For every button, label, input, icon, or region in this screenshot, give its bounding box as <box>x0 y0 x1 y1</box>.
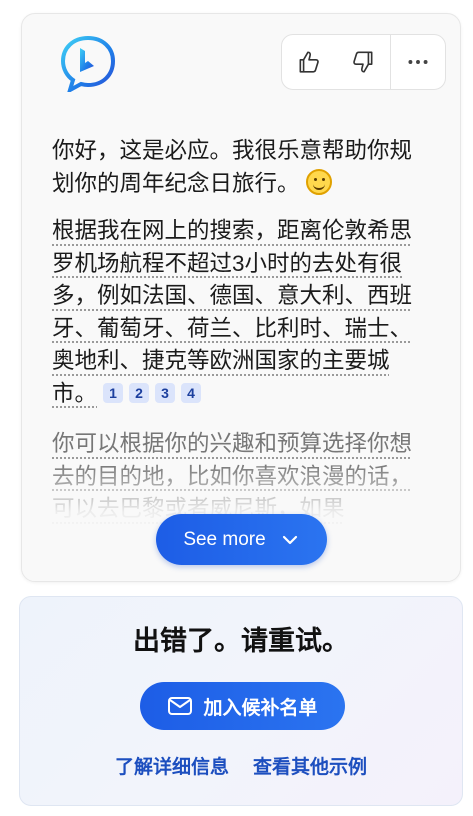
thumbs-down-icon <box>353 51 373 73</box>
citation-2[interactable]: 2 <box>129 382 150 403</box>
more-options-button[interactable] <box>391 35 445 89</box>
citation-3[interactable]: 3 <box>155 382 176 403</box>
error-card: 出错了。请重试。 加入候补名单 了解详细信息 查看其他示例 <box>19 596 463 806</box>
thumbs-up-icon <box>299 51 319 73</box>
more-icon <box>408 60 428 64</box>
bing-chat-logo <box>60 35 116 92</box>
mail-icon <box>168 697 193 715</box>
learn-more-link[interactable]: 了解详细信息 <box>115 752 229 779</box>
error-title: 出错了。请重试。 <box>133 626 349 656</box>
smile-emoji-icon <box>305 168 332 195</box>
see-more-label: See more <box>183 528 266 550</box>
error-links: 了解详细信息 查看其他示例 <box>20 752 462 779</box>
feedback-bar <box>281 34 446 90</box>
greeting-text: 你好，这是必应。我很乐意帮助你规划你的周年纪念日旅行。 <box>52 138 413 196</box>
join-waitlist-button[interactable]: 加入候补名单 <box>140 682 345 730</box>
citation-4[interactable]: 4 <box>181 382 202 403</box>
greeting-paragraph: 你好，这是必应。我很乐意帮助你规划你的周年纪念日旅行。 <box>52 135 422 200</box>
chevron-down-icon <box>282 535 297 544</box>
cited-text[interactable]: 根据我在网上的搜索，距离伦敦希思罗机场航程不超过3小时的去处有很多，例如法国、德… <box>52 218 412 406</box>
search-result-paragraph: 根据我在网上的搜索，距离伦敦希思罗机场航程不超过3小时的去处有很多，例如法国、德… <box>52 215 422 410</box>
citation-list: 1 2 3 4 <box>103 382 202 403</box>
citation-1[interactable]: 1 <box>103 382 124 403</box>
thumbs-down-button[interactable] <box>336 35 390 89</box>
thumbs-up-button[interactable] <box>282 35 336 89</box>
see-examples-link[interactable]: 查看其他示例 <box>253 752 367 779</box>
chat-message-card: 你好，这是必应。我很乐意帮助你规划你的周年纪念日旅行。 根据我在网上的搜索，距离… <box>21 13 461 582</box>
join-waitlist-label: 加入候补名单 <box>203 697 318 719</box>
see-more-button[interactable]: See more <box>156 514 327 565</box>
